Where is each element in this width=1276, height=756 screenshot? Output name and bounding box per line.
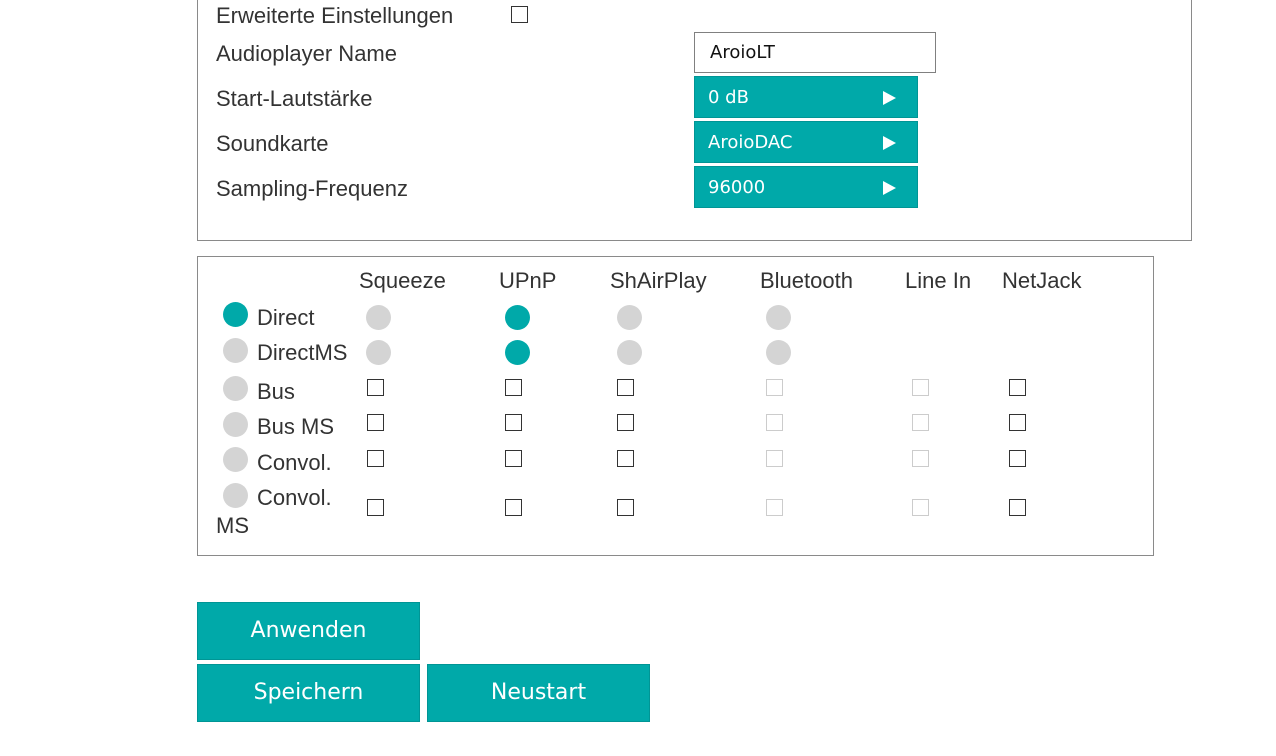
play-arrow-icon <box>883 91 896 105</box>
convol-ms-line-in-checkbox <box>912 499 929 516</box>
row-label-directms: DirectMS <box>257 340 348 365</box>
bus-squeeze-checkbox[interactable] <box>367 379 384 396</box>
row-label-convol-ms-line1: Convol. <box>257 485 332 510</box>
convol-ms-netjack-checkbox[interactable] <box>1009 499 1026 516</box>
soundcard-select[interactable]: AroioDAC <box>694 121 918 163</box>
bus-line-in-checkbox <box>912 379 929 396</box>
convol-ms-upnp-checkbox[interactable] <box>505 499 522 516</box>
direct-upnp-radio[interactable] <box>505 305 530 330</box>
soundcard-label: Soundkarte <box>216 131 329 156</box>
direct-squeeze-radio[interactable] <box>366 305 391 330</box>
column-header-squeeze: Squeeze <box>359 268 446 293</box>
convol-upnp-checkbox[interactable] <box>505 450 522 467</box>
convol-ms-squeeze-checkbox[interactable] <box>367 499 384 516</box>
start-volume-label: Start-Lautstärke <box>216 86 373 111</box>
row-radio-directms[interactable] <box>223 338 248 363</box>
start-volume-value: 0 dB <box>708 87 749 108</box>
convol-squeeze-checkbox[interactable] <box>367 450 384 467</box>
bus-bluetooth-checkbox <box>766 379 783 396</box>
convol-ms-bluetooth-checkbox <box>766 499 783 516</box>
column-header-shairplay: ShAirPlay <box>610 268 707 293</box>
column-header-bluetooth: Bluetooth <box>760 268 853 293</box>
bus-ms-squeeze-checkbox[interactable] <box>367 414 384 431</box>
directms-shairplay-radio[interactable] <box>617 340 642 365</box>
play-arrow-icon <box>883 181 896 195</box>
convol-bluetooth-checkbox <box>766 450 783 467</box>
restart-button[interactable]: Neustart <box>427 664 650 722</box>
apply-button[interactable]: Anwenden <box>197 602 420 660</box>
convol-shairplay-checkbox[interactable] <box>617 450 634 467</box>
bus-shairplay-checkbox[interactable] <box>617 379 634 396</box>
bus-upnp-checkbox[interactable] <box>505 379 522 396</box>
bus-netjack-checkbox[interactable] <box>1009 379 1026 396</box>
play-arrow-icon <box>883 136 896 150</box>
player-name-input[interactable] <box>694 32 936 73</box>
row-radio-convol-ms[interactable] <box>223 483 248 508</box>
row-radio-bus[interactable] <box>223 376 248 401</box>
bus-ms-upnp-checkbox[interactable] <box>505 414 522 431</box>
sampling-frequency-select[interactable]: 96000 <box>694 166 918 208</box>
sampling-frequency-value: 96000 <box>708 177 766 198</box>
save-button[interactable]: Speichern <box>197 664 420 722</box>
advanced-settings-label: Erweiterte Einstellungen <box>216 3 454 28</box>
directms-bluetooth-radio[interactable] <box>766 340 791 365</box>
directms-squeeze-radio[interactable] <box>366 340 391 365</box>
bus-ms-bluetooth-checkbox <box>766 414 783 431</box>
row-label-bus: Bus <box>257 379 295 404</box>
row-label-convol: Convol. <box>257 450 332 475</box>
direct-shairplay-radio[interactable] <box>617 305 642 330</box>
row-label-convol-ms-line2: MS <box>216 513 249 538</box>
convol-line-in-checkbox <box>912 450 929 467</box>
soundcard-value: AroioDAC <box>708 132 793 153</box>
bus-ms-line-in-checkbox <box>912 414 929 431</box>
column-header-upnp: UPnP <box>499 268 557 293</box>
column-header-line-in: Line In <box>905 268 972 293</box>
direct-bluetooth-radio[interactable] <box>766 305 791 330</box>
convol-netjack-checkbox[interactable] <box>1009 450 1026 467</box>
directms-upnp-radio[interactable] <box>505 340 530 365</box>
row-radio-direct[interactable] <box>223 302 248 327</box>
bus-ms-shairplay-checkbox[interactable] <box>617 414 634 431</box>
player-name-label: Audioplayer Name <box>216 41 397 66</box>
column-header-netjack: NetJack <box>1002 268 1082 293</box>
row-label-direct: Direct <box>257 305 315 330</box>
sampling-frequency-label: Sampling-Frequenz <box>216 176 408 201</box>
advanced-settings-checkbox[interactable] <box>511 6 528 23</box>
row-radio-convol[interactable] <box>223 447 248 472</box>
bus-ms-netjack-checkbox[interactable] <box>1009 414 1026 431</box>
convol-ms-shairplay-checkbox[interactable] <box>617 499 634 516</box>
start-volume-select[interactable]: 0 dB <box>694 76 918 118</box>
row-radio-bus-ms[interactable] <box>223 412 248 437</box>
row-label-bus-ms: Bus MS <box>257 414 335 439</box>
